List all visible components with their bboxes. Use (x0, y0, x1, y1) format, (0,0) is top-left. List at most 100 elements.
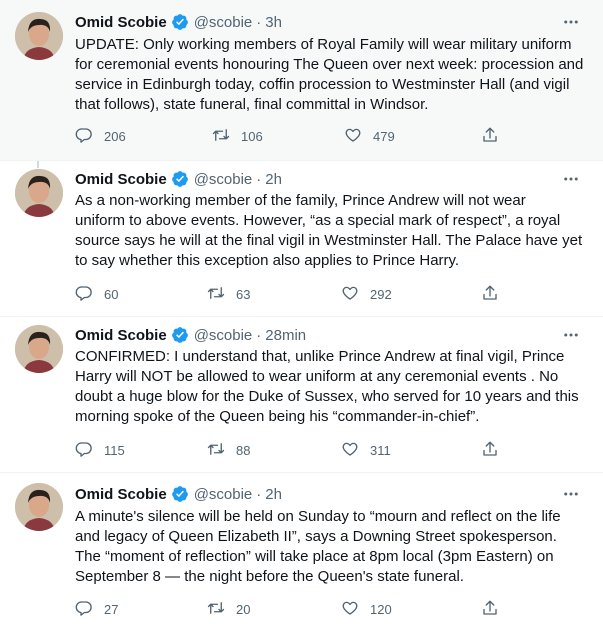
tweet-text-line: and legacy of Queen Elizabeth II”, says … (75, 528, 557, 545)
tweet-text: A minute's silence will be held on Sunda… (75, 507, 585, 587)
tweet-header: Omid Scobie @scobie · 3h (75, 12, 282, 32)
retweet-button[interactable]: 20 (207, 599, 250, 619)
share-icon (481, 284, 499, 305)
more-options-icon[interactable] (558, 325, 584, 345)
share-icon (481, 440, 499, 461)
tweet-text: As a non-working member of the family, P… (75, 191, 585, 271)
verified-badge-icon (171, 170, 189, 188)
verified-badge-icon (171, 13, 189, 31)
like-button[interactable]: 311 (341, 440, 391, 460)
tweet-text-line: A minute's silence will be held on Sunda… (75, 508, 561, 525)
reply-button[interactable]: 206 (75, 126, 126, 146)
tweet-text-line: morning spoke of the Queen being his “co… (75, 408, 480, 425)
reply-count: 27 (104, 601, 119, 617)
tweet[interactable]: Omid Scobie @scobie · 28min CONFIRMED: I… (0, 317, 603, 472)
author-name[interactable]: Omid Scobie (75, 14, 167, 31)
author-name[interactable]: Omid Scobie (75, 486, 167, 503)
verified-badge-icon (171, 485, 189, 503)
tweet[interactable]: Omid Scobie @scobie · 2h As a non-workin… (0, 161, 603, 316)
separator: · (256, 13, 262, 31)
reply-count: 115 (104, 442, 125, 458)
reply-button[interactable]: 60 (75, 284, 118, 304)
share-icon (481, 126, 499, 147)
reply-count: 206 (104, 128, 126, 144)
like-count: 311 (370, 442, 391, 458)
separator: · (256, 326, 262, 344)
tweet-text-line: service in Edinburgh today, coffin proce… (75, 76, 570, 93)
like-icon (341, 284, 359, 305)
retweet-count: 63 (236, 286, 251, 302)
tweet-text-line: doubt a huge blow for the Duke of Sussex… (75, 388, 579, 405)
reply-button[interactable]: 115 (75, 440, 125, 460)
avatar[interactable] (15, 483, 63, 531)
reply-icon (75, 440, 93, 461)
retweet-icon (207, 440, 225, 461)
tweet-actions: 27 20 120 (75, 599, 515, 619)
more-options-icon[interactable] (558, 484, 584, 504)
share-button[interactable] (481, 284, 499, 304)
retweet-icon (207, 599, 225, 620)
tweet-text-line: September 8 — the night before the Queen… (75, 568, 464, 585)
like-button[interactable]: 479 (344, 126, 395, 146)
retweet-count: 106 (241, 128, 263, 144)
reply-button[interactable]: 27 (75, 599, 118, 619)
author-handle[interactable]: @scobie (194, 171, 253, 188)
share-button[interactable] (481, 599, 499, 619)
share-button[interactable] (481, 440, 499, 460)
reply-count: 60 (104, 286, 119, 302)
tweet-header: Omid Scobie @scobie · 2h (75, 484, 282, 504)
like-count: 479 (373, 128, 395, 144)
tweet-text-line: uniform to above events. However, “as a … (75, 212, 561, 229)
separator: · (256, 170, 262, 188)
tweet-text-line: Harry will NOT be allowed to wear unifor… (75, 368, 559, 385)
tweet-header: Omid Scobie @scobie · 28min (75, 325, 306, 345)
author-handle[interactable]: @scobie (194, 486, 253, 503)
tweet-text-line: that follows), state funeral, final comm… (75, 96, 429, 113)
like-icon (341, 440, 359, 461)
tweet-text-line: As a non-working member of the family, P… (75, 192, 526, 209)
tweet-text-line: UPDATE: Only working members of Royal Fa… (75, 36, 572, 53)
more-options-icon[interactable] (558, 169, 584, 189)
timestamp[interactable]: 3h (265, 14, 282, 31)
reply-icon (75, 126, 93, 147)
author-handle[interactable]: @scobie (194, 327, 253, 344)
like-count: 292 (370, 286, 392, 302)
avatar[interactable] (15, 12, 63, 60)
timestamp[interactable]: 2h (265, 486, 282, 503)
like-icon (344, 126, 362, 147)
tweet-actions: 60 63 292 (75, 284, 515, 304)
tweet-text-line: CONFIRMED: I understand that, unlike Pri… (75, 348, 565, 365)
tweet-text-line: for ceremonial events honouring The Quee… (75, 56, 584, 73)
tweet-text: CONFIRMED: I understand that, unlike Pri… (75, 347, 585, 427)
retweet-button[interactable]: 63 (207, 284, 250, 304)
reply-icon (75, 284, 93, 305)
tweet-text-line: to say whether this exception also appli… (75, 252, 460, 269)
tweet-actions: 115 88 311 (75, 440, 515, 460)
avatar[interactable] (15, 325, 63, 373)
retweet-button[interactable]: 88 (207, 440, 250, 460)
retweet-icon (207, 284, 225, 305)
retweet-button[interactable]: 106 (212, 126, 263, 146)
tweet[interactable]: Omid Scobie @scobie · 3h UPDATE: Only wo… (0, 0, 603, 160)
author-handle[interactable]: @scobie (194, 14, 253, 31)
retweet-count: 88 (236, 442, 251, 458)
author-name[interactable]: Omid Scobie (75, 171, 167, 188)
more-options-icon[interactable] (558, 12, 584, 32)
retweet-count: 20 (236, 601, 251, 617)
like-button[interactable]: 120 (341, 599, 392, 619)
avatar[interactable] (15, 169, 63, 217)
tweet-text-line: The “moment of reflection” will take pla… (75, 548, 554, 565)
timestamp[interactable]: 2h (265, 171, 282, 188)
share-icon (481, 599, 499, 620)
share-button[interactable] (481, 126, 499, 146)
tweet-header: Omid Scobie @scobie · 2h (75, 169, 282, 189)
reply-icon (75, 599, 93, 620)
author-name[interactable]: Omid Scobie (75, 327, 167, 344)
tweet[interactable]: Omid Scobie @scobie · 2h A minute's sile… (0, 473, 603, 624)
like-button[interactable]: 292 (341, 284, 392, 304)
like-icon (341, 599, 359, 620)
tweet-actions: 206 106 479 (75, 126, 515, 146)
tweet-text-line: source says he will at the final vigil i… (75, 232, 583, 249)
separator: · (256, 485, 262, 503)
timestamp[interactable]: 28min (265, 327, 306, 344)
